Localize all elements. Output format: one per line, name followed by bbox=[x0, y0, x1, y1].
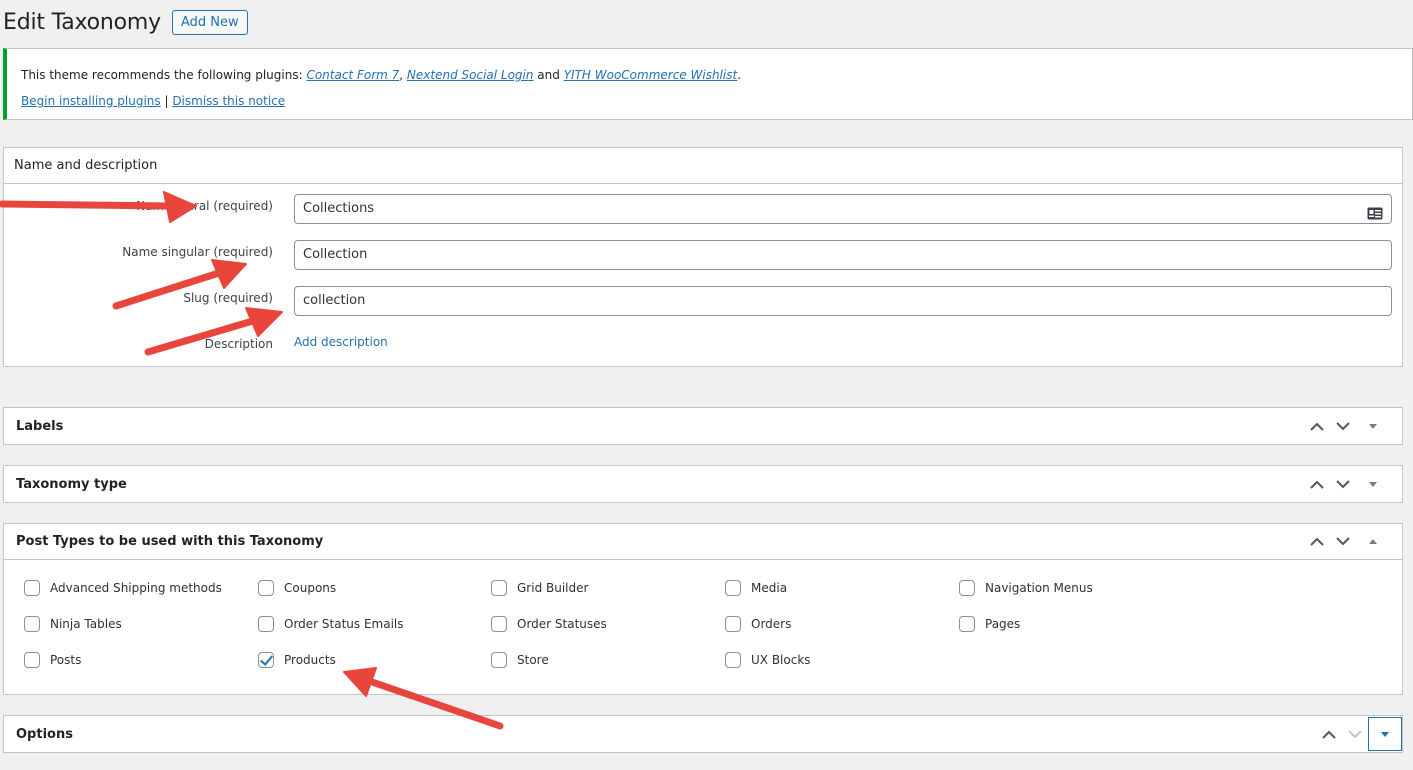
post-type-ux-blocks[interactable]: UX Blocks bbox=[725, 652, 811, 668]
labels-title: Labels bbox=[16, 418, 64, 434]
post-type-orders[interactable]: Orders bbox=[725, 616, 791, 632]
post-type-label: Products bbox=[284, 653, 336, 667]
move-down-icon[interactable] bbox=[1342, 721, 1368, 747]
page-header: Edit Taxonomy Add New bbox=[3, 10, 248, 35]
taxonomy-type-box: Taxonomy type bbox=[3, 465, 1403, 503]
move-up-icon[interactable] bbox=[1304, 529, 1330, 555]
move-up-icon[interactable] bbox=[1304, 471, 1330, 497]
options-box: Options bbox=[3, 715, 1403, 753]
post-types-header[interactable]: Post Types to be used with this Taxonomy bbox=[4, 524, 1402, 560]
post-type-order-status-emails[interactable]: Order Status Emails bbox=[258, 616, 404, 632]
post-type-grid-builder[interactable]: Grid Builder bbox=[491, 580, 588, 596]
post-type-checkbox[interactable] bbox=[258, 616, 274, 632]
taxonomy-type-header[interactable]: Taxonomy type bbox=[4, 466, 1402, 502]
post-type-checkbox[interactable] bbox=[491, 580, 507, 596]
post-type-label: Advanced Shipping methods bbox=[50, 581, 222, 595]
post-type-checkbox[interactable] bbox=[725, 652, 741, 668]
post-type-ninja-tables[interactable]: Ninja Tables bbox=[24, 616, 122, 632]
move-down-icon[interactable] bbox=[1330, 471, 1356, 497]
name-plural-input[interactable]: Collections bbox=[294, 194, 1392, 224]
post-type-label: Grid Builder bbox=[517, 581, 589, 595]
move-up-icon[interactable] bbox=[1304, 413, 1330, 439]
add-description-link[interactable]: Add description bbox=[294, 335, 388, 349]
post-type-label: Pages bbox=[985, 617, 1021, 631]
notice-actions: Begin installing plugins | Dismiss this … bbox=[21, 94, 286, 108]
post-type-checkbox[interactable] bbox=[491, 652, 507, 668]
post-type-coupons[interactable]: Coupons bbox=[258, 580, 336, 596]
post-type-label: Coupons bbox=[284, 581, 337, 595]
name-description-box: Name and description Name plural (requir… bbox=[3, 147, 1403, 367]
options-header[interactable]: Options bbox=[4, 716, 1402, 752]
post-type-navigation-menus[interactable]: Navigation Menus bbox=[959, 580, 1093, 596]
post-type-media[interactable]: Media bbox=[725, 580, 787, 596]
toggle-panel-icon[interactable] bbox=[1368, 717, 1402, 751]
description-label: Description bbox=[204, 337, 273, 351]
post-type-checkbox[interactable] bbox=[959, 580, 975, 596]
name-singular-input[interactable]: Collection bbox=[294, 240, 1392, 270]
options-title: Options bbox=[16, 726, 73, 742]
post-type-checkbox[interactable] bbox=[959, 616, 975, 632]
post-type-checkbox[interactable] bbox=[258, 580, 274, 596]
post-type-posts[interactable]: Posts bbox=[24, 652, 81, 668]
post-type-checkbox[interactable] bbox=[725, 616, 741, 632]
labels-box: Labels bbox=[3, 407, 1403, 445]
post-type-label: Orders bbox=[751, 617, 792, 631]
post-type-products[interactable]: Products bbox=[258, 652, 336, 668]
post-type-label: UX Blocks bbox=[751, 653, 811, 667]
name-plural-label: Name plural (required) bbox=[136, 199, 273, 213]
move-down-icon[interactable] bbox=[1330, 529, 1356, 555]
toggle-panel-icon[interactable] bbox=[1356, 409, 1390, 443]
name-description-title: Name and description bbox=[14, 158, 158, 173]
name-description-header: Name and description bbox=[4, 148, 1402, 184]
contact-card-icon[interactable] bbox=[1367, 203, 1383, 231]
begin-installing-link[interactable]: Begin installing plugins bbox=[21, 94, 161, 108]
slug-label: Slug (required) bbox=[183, 291, 273, 305]
post-type-checkbox[interactable] bbox=[491, 616, 507, 632]
move-down-icon[interactable] bbox=[1330, 413, 1356, 439]
page-title: Edit Taxonomy bbox=[3, 10, 161, 35]
post-type-checkbox[interactable] bbox=[24, 616, 40, 632]
post-types-title: Post Types to be used with this Taxonomy bbox=[16, 534, 324, 549]
post-type-checkbox[interactable] bbox=[725, 580, 741, 596]
slug-input[interactable]: collection bbox=[294, 286, 1392, 316]
add-new-button[interactable]: Add New bbox=[171, 10, 248, 35]
taxonomy-type-title: Taxonomy type bbox=[16, 476, 127, 492]
plugin-link-nextend-social-login[interactable]: Nextend Social Login bbox=[407, 68, 534, 82]
post-type-label: Media bbox=[751, 581, 788, 595]
toggle-panel-icon[interactable] bbox=[1356, 467, 1390, 501]
post-type-advanced-shipping-methods[interactable]: Advanced Shipping methods bbox=[24, 580, 222, 596]
toggle-panel-icon[interactable] bbox=[1356, 525, 1390, 559]
plugin-notice: This theme recommends the following plug… bbox=[3, 48, 1413, 120]
post-type-pages[interactable]: Pages bbox=[959, 616, 1020, 632]
post-type-checkbox[interactable] bbox=[258, 652, 274, 668]
post-type-checkbox[interactable] bbox=[24, 580, 40, 596]
post-type-label: Order Status Emails bbox=[284, 617, 404, 631]
post-type-checkbox[interactable] bbox=[24, 652, 40, 668]
post-type-label: Store bbox=[517, 653, 549, 667]
post-type-label: Posts bbox=[50, 653, 82, 667]
name-singular-label: Name singular (required) bbox=[122, 245, 273, 259]
post-type-order-statuses[interactable]: Order Statuses bbox=[491, 616, 607, 632]
notice-text: This theme recommends the following plug… bbox=[21, 68, 742, 82]
plugin-link-contact-form-7[interactable]: Contact Form 7 bbox=[306, 68, 399, 82]
post-type-store[interactable]: Store bbox=[491, 652, 549, 668]
plugin-link-yith-wishlist[interactable]: YITH WooCommerce Wishlist bbox=[564, 68, 737, 82]
move-up-icon[interactable] bbox=[1316, 721, 1342, 747]
labels-header[interactable]: Labels bbox=[4, 408, 1402, 444]
post-type-label: Navigation Menus bbox=[985, 581, 1093, 595]
dismiss-notice-link[interactable]: Dismiss this notice bbox=[172, 94, 285, 108]
post-type-label: Ninja Tables bbox=[50, 617, 122, 631]
post-type-label: Order Statuses bbox=[517, 617, 607, 631]
post-types-box: Post Types to be used with this Taxonomy… bbox=[3, 523, 1403, 695]
